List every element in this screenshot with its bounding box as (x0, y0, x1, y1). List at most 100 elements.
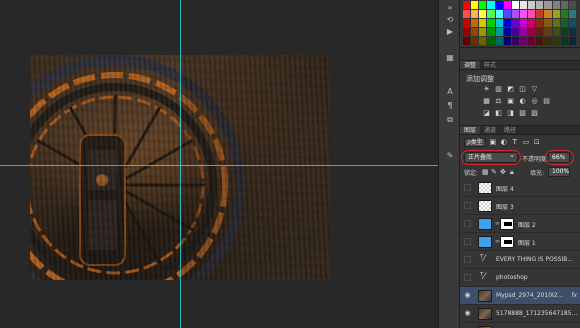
layer-row[interactable]: ∞ 图层 2 (460, 215, 580, 233)
color-swatch[interactable] (495, 1, 503, 9)
color-swatch[interactable] (503, 19, 511, 27)
color-swatch[interactable] (463, 10, 471, 18)
color-swatch[interactable] (471, 1, 479, 9)
layer-name[interactable]: 图层 1 (518, 238, 536, 247)
color-swatch[interactable] (463, 1, 471, 9)
color-swatch[interactable] (487, 19, 495, 27)
color-swatch[interactable] (519, 10, 528, 18)
color-swatch[interactable] (479, 37, 487, 45)
color-swatch[interactable] (568, 37, 576, 45)
layer-name[interactable]: 图层 2 (518, 220, 536, 229)
color-swatch[interactable] (552, 19, 560, 27)
color-swatch[interactable] (471, 19, 479, 27)
color-swatch[interactable] (479, 1, 487, 9)
color-swatch[interactable] (471, 37, 479, 45)
black-white-icon[interactable]: ▣ (506, 97, 515, 105)
layer-name[interactable]: photoshop (496, 274, 528, 281)
color-swatch[interactable] (519, 1, 528, 9)
gradient-map-icon[interactable]: ▧ (518, 109, 527, 117)
color-swatch[interactable] (479, 10, 487, 18)
color-swatch[interactable] (487, 28, 495, 36)
color-swatch[interactable] (568, 19, 576, 27)
smart-object-filter-icon[interactable]: ⊡ (533, 138, 541, 146)
threshold-icon[interactable]: ◨ (506, 109, 515, 117)
layer-thumbnail[interactable] (478, 236, 492, 248)
color-swatch[interactable] (528, 19, 536, 27)
color-swatch[interactable] (463, 19, 471, 27)
color-swatch[interactable] (544, 37, 552, 45)
color-swatch[interactable] (479, 19, 487, 27)
color-swatch[interactable] (528, 28, 536, 36)
color-swatch[interactable] (544, 10, 552, 18)
photo-filter-icon[interactable]: ◐ (518, 97, 527, 105)
color-swatch[interactable] (511, 28, 519, 36)
color-swatch[interactable] (495, 37, 503, 45)
color-swatch[interactable] (568, 10, 576, 18)
color-swatch[interactable] (495, 19, 503, 27)
color-swatch[interactable] (560, 28, 568, 36)
color-swatch[interactable] (511, 19, 519, 27)
eye-icon[interactable]: ◉ (463, 291, 472, 300)
color-swatch[interactable] (560, 37, 568, 45)
color-swatch[interactable] (487, 37, 495, 45)
selective-color-icon[interactable]: ▨ (530, 109, 539, 117)
layer-name[interactable]: EVERY THING IS POSSIB... (496, 256, 573, 263)
adjustment-filter-icon[interactable]: ◐ (500, 138, 508, 146)
color-swatch[interactable] (519, 19, 528, 27)
visibility-toggle[interactable] (464, 256, 471, 263)
lock-position-icon[interactable]: ✥ (500, 168, 506, 176)
color-swatch[interactable] (560, 10, 568, 18)
layer-thumbnail[interactable] (478, 308, 492, 320)
channel-mixer-icon[interactable]: ◎ (530, 97, 539, 105)
visibility-toggle[interactable] (464, 238, 471, 245)
color-swatch[interactable] (568, 28, 576, 36)
lock-pixels-icon[interactable]: ✎ (491, 168, 497, 176)
layer-mask-thumbnail[interactable] (500, 218, 514, 230)
pixel-filter-icon[interactable]: ▣ (489, 138, 497, 146)
type-filter-icon[interactable]: T (511, 138, 519, 146)
canvas-area[interactable] (0, 0, 438, 328)
color-balance-icon[interactable]: ⚖ (494, 97, 503, 105)
color-lookup-icon[interactable]: ▤ (542, 97, 551, 105)
visibility-toggle[interactable] (464, 202, 471, 209)
color-swatch[interactable] (544, 1, 552, 9)
color-swatch[interactable] (536, 10, 544, 18)
lock-transparent-icon[interactable]: ▦ (482, 168, 489, 176)
layer-row[interactable]: ᵀ⁄ EVERY THING IS POSSIB... (460, 251, 580, 269)
tab-layers[interactable]: 图层 (460, 126, 481, 134)
brightness-contrast-icon[interactable]: ☀ (482, 85, 491, 93)
color-swatch[interactable] (519, 37, 528, 45)
color-swatch[interactable] (487, 1, 495, 9)
color-swatch[interactable] (552, 37, 560, 45)
color-swatch[interactable] (479, 28, 487, 36)
color-swatch[interactable] (552, 10, 560, 18)
shape-filter-icon[interactable]: ▭ (522, 138, 530, 146)
layer-mask-thumbnail[interactable] (500, 236, 514, 248)
layer-name[interactable]: 图层 4 (496, 184, 514, 193)
tab-paths[interactable]: 路径 (500, 126, 520, 134)
layer-row[interactable]: ◉5178888_171235647185_2 (460, 323, 580, 328)
color-swatch[interactable] (552, 1, 560, 9)
vertical-guide[interactable] (180, 0, 181, 328)
layer-name[interactable]: 5178888_171235647185... (496, 310, 577, 317)
visibility-toggle[interactable] (464, 274, 471, 281)
layer-row[interactable]: ◉ Mypsd_2974_2010I2... fx (460, 287, 580, 305)
color-swatch[interactable] (511, 10, 519, 18)
color-swatch[interactable] (503, 10, 511, 18)
color-swatch[interactable] (503, 28, 511, 36)
layer-row[interactable]: 图层 4 (460, 179, 580, 197)
collapse-arrows-icon[interactable]: » (443, 2, 457, 14)
layer-row[interactable]: ᵀ⁄ photoshop (460, 269, 580, 287)
eye-icon[interactable]: ◉ (463, 309, 472, 318)
layer-name[interactable]: Mypsd_2974_2010I2... (496, 292, 563, 299)
levels-icon[interactable]: ▥ (494, 85, 503, 93)
layer-row[interactable]: 图层 3 (460, 197, 580, 215)
paragraph-icon[interactable]: ¶ (443, 100, 457, 112)
color-swatch[interactable] (495, 10, 503, 18)
color-swatch[interactable] (519, 28, 528, 36)
color-swatch[interactable] (552, 28, 560, 36)
color-swatch[interactable] (487, 10, 495, 18)
actions-icon[interactable]: ▶ (443, 26, 457, 38)
layer-thumbnail[interactable] (478, 182, 492, 194)
color-swatch[interactable] (544, 19, 552, 27)
